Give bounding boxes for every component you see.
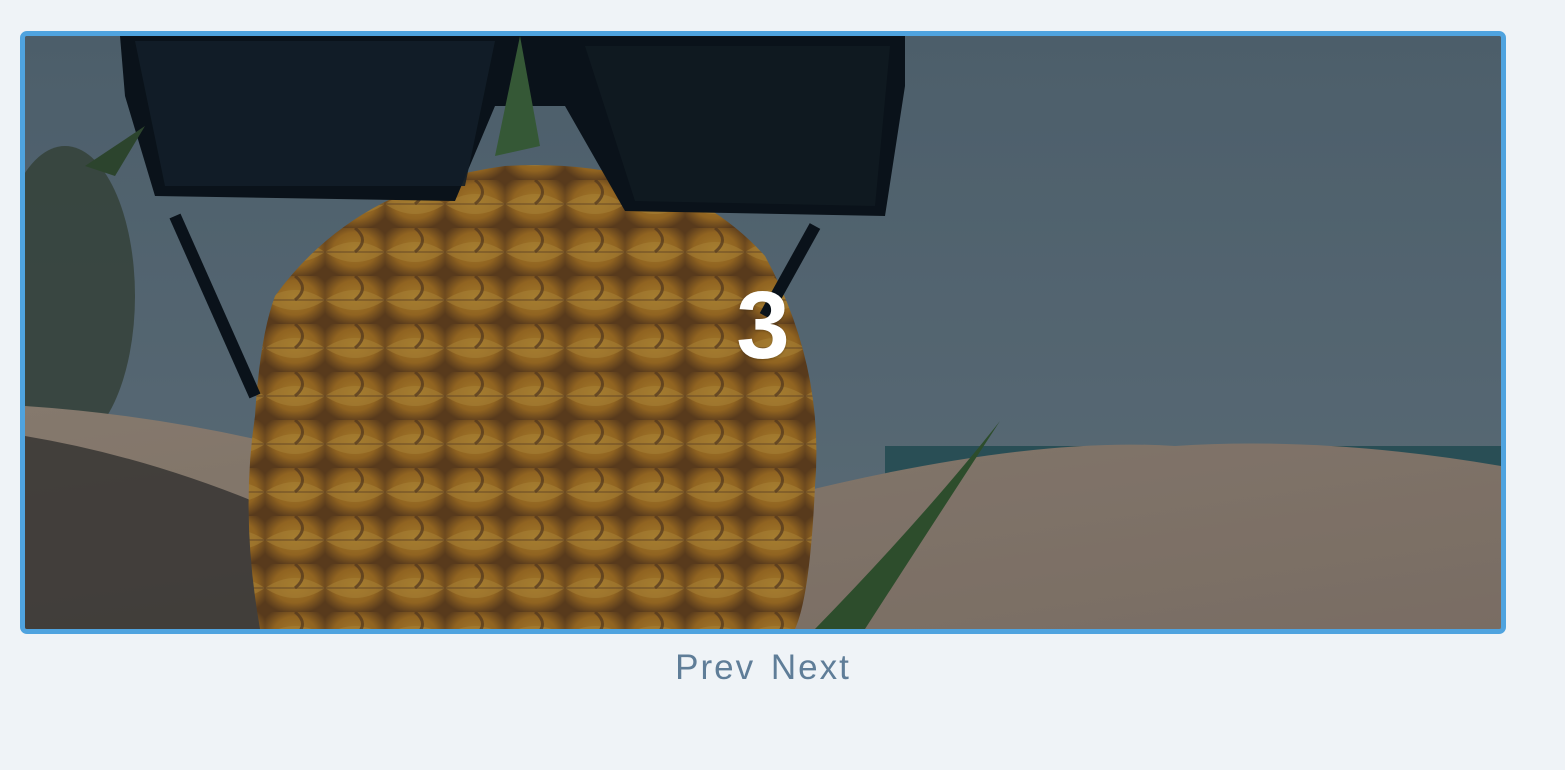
slide-number: 3 [736,272,790,379]
prev-button[interactable]: Prev [673,648,757,688]
next-button[interactable]: Next [769,648,853,688]
carousel-controls: Prev Next [0,648,1526,688]
image-carousel: 3 [20,31,1506,634]
